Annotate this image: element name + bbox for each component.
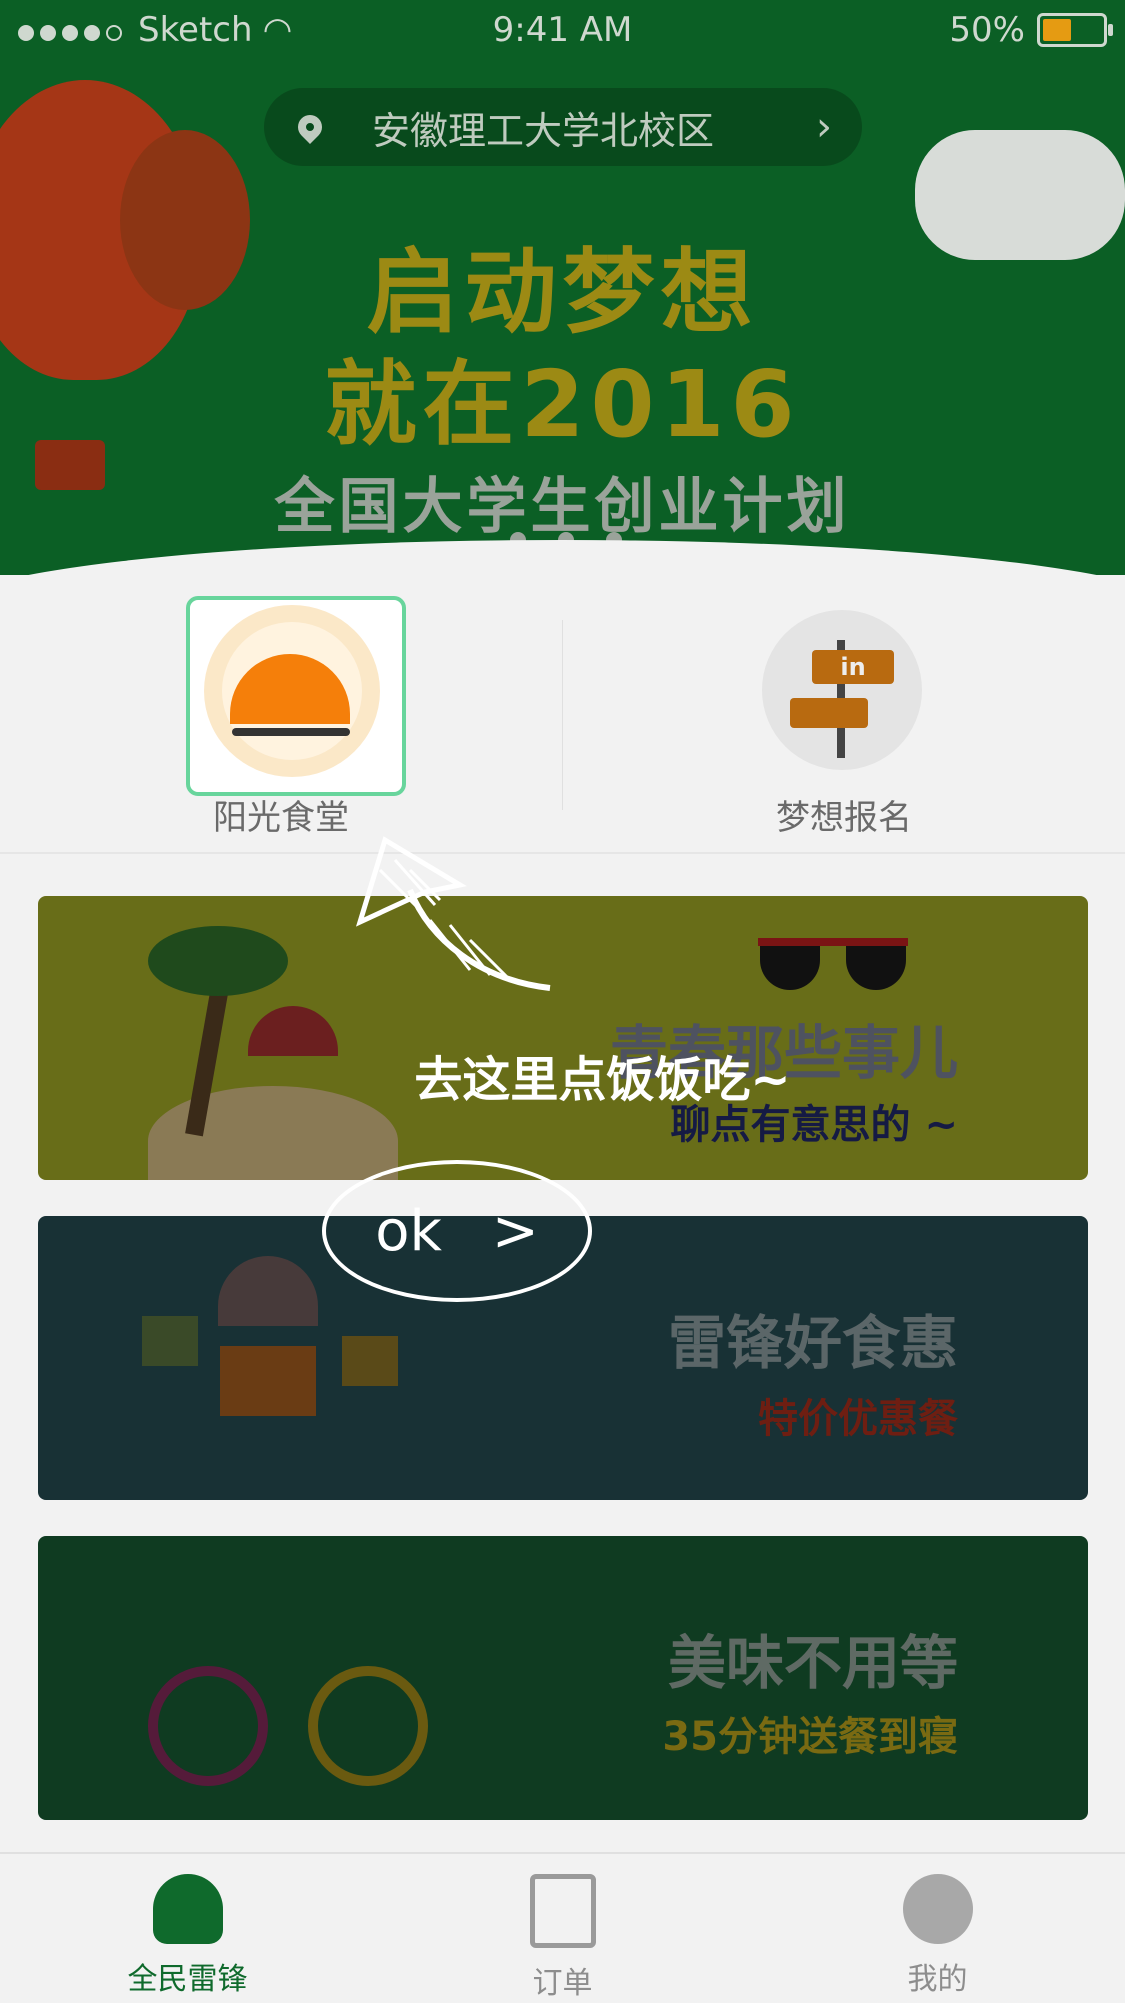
bicycle-wheel-illustration xyxy=(148,1666,268,1786)
section-divider xyxy=(0,852,1125,854)
signpost-in-board: in xyxy=(812,650,894,684)
card-title: 美味不用等 xyxy=(667,1629,958,1697)
location-selector[interactable]: 安徽理工大学北校区 › xyxy=(264,88,862,166)
card-fast-delivery[interactable]: 美味不用等 35分钟送餐到寝 xyxy=(38,1536,1088,1820)
parachute-illustration xyxy=(218,1256,318,1326)
banner-headline-2: 就在2016 xyxy=(324,351,801,458)
bicycle-wheel-illustration xyxy=(308,1666,428,1786)
hero-banner[interactable]: 启动梦想 就在2016 全国大学生创业计划 xyxy=(0,0,1125,575)
location-label: 安徽理工大学北校区 xyxy=(372,108,715,153)
ok-label: ok xyxy=(375,1198,442,1264)
tab-home[interactable]: 全民雷锋 xyxy=(0,1864,375,1998)
bottom-tab-bar: 全民雷锋 订单 我的 xyxy=(0,1852,1125,2003)
location-pin-icon xyxy=(293,110,327,144)
card-youth-stories[interactable]: 青春那些事儿 聊点有意思的 ~ xyxy=(38,896,1088,1180)
card-title: 雷锋好食惠 xyxy=(667,1309,958,1377)
tab-me[interactable]: 我的 xyxy=(750,1864,1125,1998)
gift-box-illustration xyxy=(342,1336,398,1386)
avatar-icon xyxy=(902,1874,973,1944)
tab-label: 全民雷锋 xyxy=(127,1962,248,1997)
status-bar: Sketch ◠ 9:41 AM 50% xyxy=(0,0,1125,64)
coach-mark-ok-button[interactable]: ok > xyxy=(322,1160,592,1302)
chevron-right-icon: > xyxy=(491,1198,539,1264)
gift-box-illustration xyxy=(142,1316,198,1366)
entry-dream-signup-label: 梦想报名 xyxy=(776,798,912,838)
tab-label: 我的 xyxy=(907,1962,968,1997)
battery-percent: 50% xyxy=(949,10,1025,50)
sunglasses-illustration xyxy=(758,938,908,992)
card-subtitle: 特价优惠餐 xyxy=(758,1396,958,1442)
palm-leaves-illustration xyxy=(148,926,288,996)
card-subtitle: 35分钟送餐到寝 xyxy=(662,1714,958,1760)
coach-mark-arrow-icon xyxy=(355,836,551,991)
chevron-right-icon: › xyxy=(816,104,832,150)
banner-curve xyxy=(0,540,1125,575)
battery-icon xyxy=(1037,13,1113,47)
tab-orders[interactable]: 订单 xyxy=(375,1864,750,2002)
gift-box-illustration xyxy=(220,1346,316,1416)
order-list-icon xyxy=(529,1874,596,1948)
tab-label: 订单 xyxy=(532,1966,593,2001)
coach-mark-hint: 去这里点饭饭吃~ xyxy=(414,1052,791,1108)
food-tray-icon xyxy=(232,728,350,736)
mushroom-icon xyxy=(152,1874,223,1944)
signpost-board xyxy=(790,698,868,728)
